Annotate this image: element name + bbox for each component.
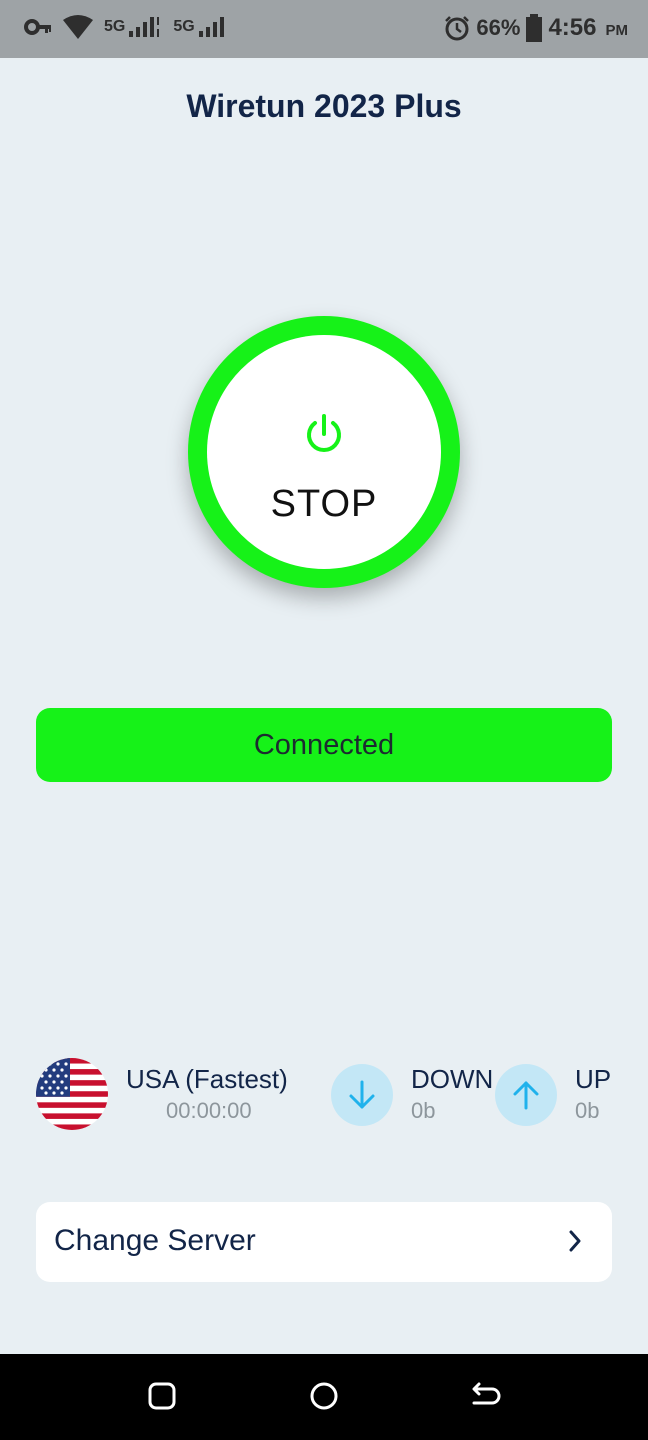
connection-duration: 00:00:00 [166,1098,252,1123]
usa-flag-icon [36,1058,108,1130]
battery-percent: 66% [476,15,521,40]
alarm-icon [444,15,470,41]
status-right: 66% 4:56 PM [444,14,628,42]
back-icon[interactable] [468,1380,502,1417]
upload-value: 0b [575,1098,600,1123]
recents-icon[interactable] [146,1380,178,1417]
download-value: 0b [411,1098,436,1123]
upload-label: UP [575,1064,612,1094]
chevron-right-icon [568,1230,582,1257]
server-name: USA (Fastest) [126,1064,288,1094]
power-button-label: STOP [270,483,378,525]
wifi-icon [62,14,94,40]
upload-icon [495,1064,557,1126]
vpn-key-icon [24,17,52,37]
signal-icon [198,17,224,37]
connection-status-label: Connected [253,728,395,761]
home-icon[interactable] [308,1380,340,1417]
battery-icon [526,14,543,42]
status-left: 5G 5G [24,14,229,40]
signal-icon [129,17,160,37]
change-server-label: Change Server [54,1224,256,1257]
download-icon [331,1064,393,1126]
app-title: Wiretun 2023 Plus [186,88,462,124]
connection-status-button[interactable]: Connected [36,708,612,782]
change-server-button[interactable]: Change Server [36,1202,612,1282]
network-type-label: 5G [104,18,126,35]
status-bar: 5G 5G 66% 4:56 PM [0,0,648,58]
power-toggle-button[interactable]: STOP [188,316,460,588]
signal-group-2: 5G [173,15,228,39]
power-button-face[interactable]: STOP [207,335,441,569]
clock-time: 4:56 [548,14,597,41]
download-label: DOWN [411,1064,494,1094]
network-type-label: 5G [173,18,195,35]
system-nav-bar [0,1354,648,1440]
power-icon [302,413,346,457]
clock-ampm: PM [605,21,629,39]
signal-group-1: 5G [104,15,163,39]
